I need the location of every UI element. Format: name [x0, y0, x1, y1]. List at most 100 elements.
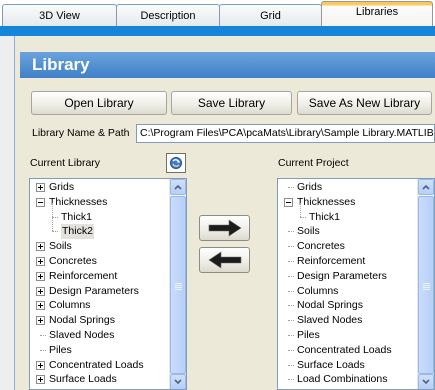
tree-connector — [52, 231, 58, 233]
scroll-up-button[interactable] — [418, 179, 434, 195]
tree-item-label: Thick2 — [61, 224, 94, 240]
tree-item[interactable]: Thicknesses — [278, 195, 417, 210]
tree-item-label: Load Combinations — [297, 373, 388, 386]
save-as-new-library-button[interactable]: Save As New Library — [297, 91, 432, 115]
scroll-down-button[interactable] — [418, 374, 434, 389]
grip-line — [175, 289, 182, 290]
copy-to-project-button[interactable] — [199, 215, 250, 241]
refresh-icon — [170, 157, 182, 169]
copy-to-library-button[interactable] — [199, 247, 250, 273]
tree-item-label: Thicknesses — [297, 195, 356, 208]
tree-item[interactable]: Design Parameters — [278, 269, 417, 284]
tree-item[interactable]: Piles — [30, 343, 169, 358]
library-scrollbar[interactable] — [169, 179, 186, 389]
expand-icon[interactable] — [36, 375, 45, 385]
tab-label: Description — [140, 9, 196, 22]
tree-item[interactable]: Grids — [278, 180, 417, 195]
tree-item[interactable]: Thicknesses — [30, 195, 169, 210]
expand-icon[interactable] — [36, 183, 45, 192]
tree-connector — [288, 320, 294, 322]
project-tree-items: Grids Thicknesses Thick1 Soils Concretes Rein… — [278, 179, 417, 389]
tree-item[interactable]: Nodal Springs — [30, 313, 169, 328]
chevron-up-icon — [422, 184, 430, 190]
tree-item[interactable]: Design Parameters — [30, 284, 169, 299]
tree-item-label: Grids — [49, 181, 75, 193]
tree-item-label: Columns — [49, 299, 91, 312]
top-band — [0, 26, 435, 36]
page-title: Library — [20, 52, 435, 78]
tree-item[interactable]: Surface Loads — [278, 358, 417, 373]
collapse-icon[interactable] — [284, 197, 293, 207]
tree-item-label: Columns — [297, 284, 339, 297]
arrow-right-icon — [208, 219, 242, 237]
current-project-label: Current Project — [278, 157, 349, 169]
tree-item[interactable]: Reinforcement — [278, 254, 417, 269]
chevron-down-icon — [422, 379, 430, 385]
tree-item-label: Grids — [297, 181, 323, 193]
tree-item[interactable]: Piles — [278, 328, 417, 343]
tree-item-label: Soils — [297, 225, 320, 238]
tree-connector — [40, 334, 46, 336]
expand-icon[interactable] — [36, 301, 45, 311]
tree-connector — [288, 349, 294, 351]
tree-item-label: Concretes — [49, 254, 97, 267]
chevron-up-icon — [174, 184, 182, 190]
tree-item-label: Surface Loads — [49, 373, 117, 386]
tree-item[interactable]: Concretes — [278, 239, 417, 254]
save-library-button[interactable]: Save Library — [171, 91, 292, 115]
open-library-button[interactable]: Open Library — [31, 91, 167, 115]
collapse-icon[interactable] — [36, 197, 45, 207]
tree-item-label: Nodal Springs — [49, 314, 115, 327]
tree-item[interactable]: Nodal Springs — [278, 298, 417, 313]
tree-item[interactable]: Thick2 — [30, 217, 169, 240]
expand-icon[interactable] — [36, 286, 45, 296]
scroll-thumb[interactable] — [170, 196, 186, 374]
tree-item[interactable]: Load Combinations — [278, 372, 417, 387]
scroll-down-button[interactable] — [170, 374, 186, 389]
tree-item[interactable]: Slaved Nodes — [30, 328, 169, 343]
tree-item-label: Reinforcement — [49, 269, 118, 282]
tree-item[interactable]: Concentrated Loads — [30, 358, 169, 373]
current-library-tree[interactable]: Grids Thicknesses Thick1 Thick2 Soils Concret… — [29, 178, 187, 390]
tree-item[interactable]: Slaved Nodes — [278, 313, 417, 328]
library-tree-items: Grids Thicknesses Thick1 Thick2 Soils Concret… — [30, 179, 169, 389]
scroll-up-button[interactable] — [170, 179, 186, 195]
expand-icon[interactable] — [36, 316, 45, 326]
tab-grid[interactable]: Grid — [219, 4, 322, 26]
tree-item[interactable]: Concentrated Loads — [278, 343, 417, 358]
current-project-tree[interactable]: Grids Thicknesses Thick1 Soils Concretes Rein… — [277, 178, 435, 390]
tree-item[interactable]: Reinforcement — [30, 269, 169, 284]
tree-item[interactable]: Columns — [278, 284, 417, 299]
library-path-label: Library Name & Path — [32, 127, 130, 139]
tree-item[interactable]: Thick1 — [30, 202, 169, 225]
expand-icon[interactable] — [36, 360, 45, 370]
tree-item-label: Thicknesses — [49, 195, 108, 208]
tree-item[interactable]: Soils — [30, 239, 169, 254]
tree-item[interactable]: Grids — [30, 180, 169, 195]
expand-icon[interactable] — [36, 271, 45, 281]
expand-icon[interactable] — [36, 256, 45, 266]
refresh-button[interactable] — [166, 153, 186, 173]
tree-item[interactable]: Surface Loads — [30, 372, 169, 387]
tree-item-label: Nodal Springs — [297, 299, 363, 312]
expand-icon[interactable] — [36, 242, 45, 252]
tree-item-label: Slaved Nodes — [297, 314, 363, 327]
scroll-thumb[interactable] — [418, 196, 434, 374]
tree-item[interactable]: Soils — [278, 224, 417, 239]
tree-connector — [288, 187, 294, 188]
tree-connector — [288, 379, 294, 381]
tree-item[interactable]: Columns — [30, 298, 169, 313]
tree-item-label: Thick1 — [309, 210, 340, 223]
tree-item[interactable]: Concretes — [30, 254, 169, 269]
tree-connector — [288, 231, 294, 233]
tab-description[interactable]: Description — [116, 4, 220, 26]
grip-line — [175, 285, 182, 286]
project-scrollbar[interactable] — [417, 179, 434, 389]
tree-connector — [300, 202, 301, 217]
tree-item[interactable]: Thick1 — [278, 202, 417, 225]
tab-libraries[interactable]: Libraries — [321, 1, 433, 27]
library-path-field[interactable]: C:\Program Files\PCA\pcaMats\Library\Sam… — [136, 124, 435, 143]
tab-3d-view[interactable]: 3D View — [2, 4, 117, 26]
grip-line — [423, 285, 430, 286]
grip-line — [175, 287, 182, 288]
